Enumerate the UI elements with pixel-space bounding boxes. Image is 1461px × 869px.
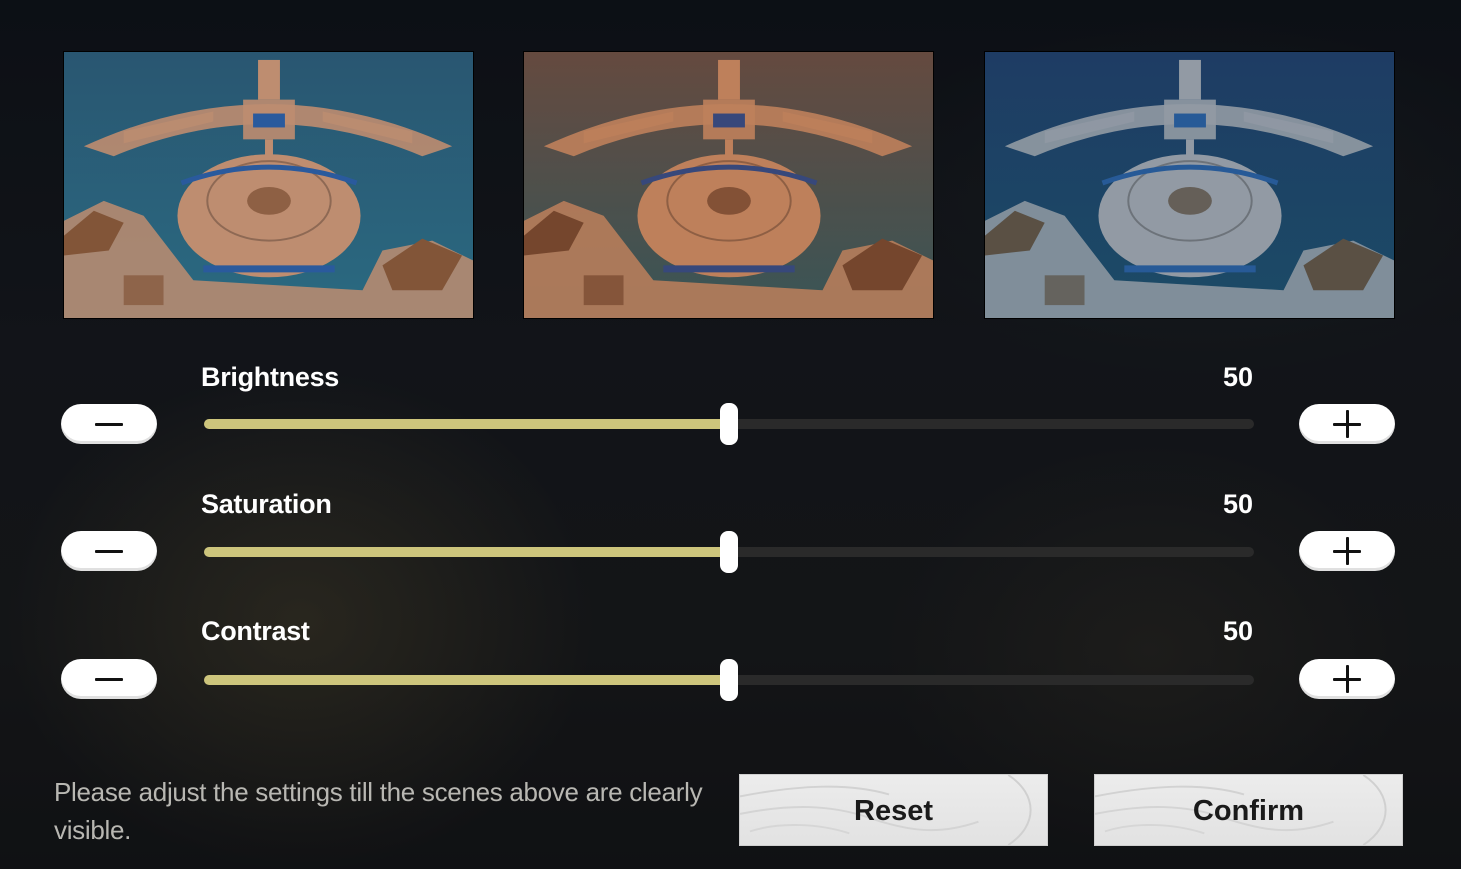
brightness-setting: Brightness 50 xyxy=(0,362,1461,472)
brightness-decrease-button[interactable] xyxy=(61,404,157,444)
preview-image-warm xyxy=(523,51,934,319)
plus-icon-vertical xyxy=(1345,410,1349,438)
instruction-text: Please adjust the settings till the scen… xyxy=(54,777,703,845)
contrast-decrease-button[interactable] xyxy=(61,659,157,699)
brightness-slider-fill xyxy=(204,419,729,429)
confirm-button[interactable]: Confirm xyxy=(1094,774,1403,846)
contrast-slider-handle[interactable] xyxy=(720,659,738,701)
plus-icon-vertical xyxy=(1345,665,1349,693)
contrast-slider[interactable] xyxy=(204,659,1254,701)
contrast-setting: Contrast 50 xyxy=(0,616,1461,726)
saturation-slider-fill xyxy=(204,547,729,557)
confirm-button-label: Confirm xyxy=(1192,795,1305,827)
contrast-increase-button[interactable] xyxy=(1299,659,1395,699)
saturation-label: Saturation xyxy=(201,489,332,519)
contrast-label: Contrast xyxy=(201,616,310,646)
saturation-setting: Saturation 50 xyxy=(0,489,1461,599)
saturation-slider[interactable] xyxy=(204,531,1254,573)
brightness-slider-handle[interactable] xyxy=(720,403,738,445)
brightness-label: Brightness xyxy=(201,362,340,392)
minus-icon xyxy=(95,422,123,426)
reset-button[interactable]: Reset xyxy=(739,774,1048,846)
brightness-slider[interactable] xyxy=(204,403,1254,445)
saturation-decrease-button[interactable] xyxy=(61,531,157,571)
minus-icon xyxy=(95,549,123,553)
minus-icon xyxy=(95,677,123,681)
contrast-value: 50 xyxy=(1222,616,1253,646)
preview-image-normal xyxy=(63,51,474,319)
reset-button-label: Reset xyxy=(854,795,933,827)
contrast-slider-fill xyxy=(204,675,729,685)
preview-image-dark xyxy=(984,51,1395,319)
saturation-slider-handle[interactable] xyxy=(720,531,738,573)
brightness-value: 50 xyxy=(1222,362,1253,392)
saturation-increase-button[interactable] xyxy=(1299,531,1395,571)
plus-icon-vertical xyxy=(1345,537,1349,565)
saturation-value: 50 xyxy=(1222,489,1253,519)
brightness-increase-button[interactable] xyxy=(1299,404,1395,444)
